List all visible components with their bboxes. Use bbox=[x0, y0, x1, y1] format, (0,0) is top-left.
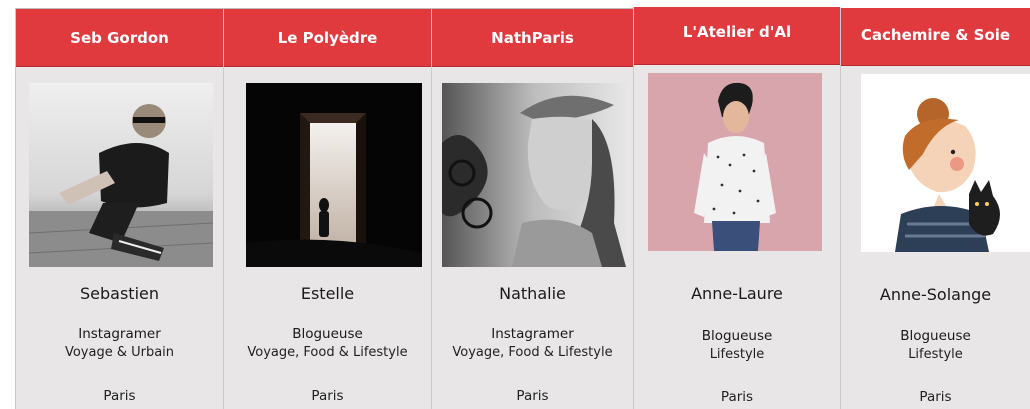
profile-name: Sebastien bbox=[80, 284, 159, 303]
profile-role: Instagramer bbox=[78, 326, 161, 342]
profile-role: Instagramer bbox=[491, 326, 574, 342]
profile-card-atelier-dal[interactable]: L'Atelier d'Al Anne-Laure Blogueuse Life… bbox=[633, 7, 840, 409]
profile-brand-header: NathParis bbox=[432, 9, 633, 67]
profile-city: Paris bbox=[311, 388, 344, 404]
profile-topics: Lifestyle bbox=[709, 347, 765, 362]
profile-name: Estelle bbox=[300, 284, 355, 303]
profile-topics: Voyage, Food & Lifestyle bbox=[247, 345, 408, 360]
profile-brand-header: L'Atelier d'Al bbox=[634, 7, 840, 65]
profile-name: Anne-Solange bbox=[879, 285, 992, 304]
profile-brand-header: Le Polyèdre bbox=[224, 9, 431, 67]
profile-card-le-polyedre[interactable]: Le Polyèdre Estelle Blogueuse Voyage, Fo… bbox=[223, 9, 431, 409]
profile-name: Nathalie bbox=[499, 284, 566, 303]
influencer-strip: Seb Gordon Sebastien Instagramer Voyage … bbox=[15, 7, 1030, 409]
profile-photo bbox=[442, 83, 626, 267]
profile-city: Paris bbox=[103, 388, 136, 404]
profile-name: Anne-Laure bbox=[691, 284, 783, 303]
profile-brand-header: Seb Gordon bbox=[16, 9, 223, 67]
profile-topics: Voyage, Food & Lifestyle bbox=[452, 345, 613, 360]
profile-role: Blogueuse bbox=[701, 328, 773, 344]
profile-photo bbox=[861, 74, 1030, 252]
profile-card-cachemire-soie[interactable]: Cachemire & Soie Anne-Solange Blogueuse … bbox=[840, 8, 1030, 409]
profile-role: Blogueuse bbox=[292, 326, 363, 342]
profile-card-seb-gordon[interactable]: Seb Gordon Sebastien Instagramer Voyage … bbox=[15, 9, 223, 409]
profile-topics: Voyage & Urbain bbox=[64, 345, 175, 360]
profile-photo bbox=[648, 73, 822, 251]
profile-brand-header: Cachemire & Soie bbox=[841, 8, 1030, 66]
profile-card-nathparis[interactable]: NathParis Nathalie Instagramer Voyage, F… bbox=[431, 9, 633, 409]
profile-photo bbox=[29, 83, 213, 267]
profile-city: Paris bbox=[516, 388, 549, 404]
profile-topics: Lifestyle bbox=[908, 347, 963, 362]
profile-photo bbox=[246, 83, 422, 267]
profile-role: Blogueuse bbox=[900, 328, 971, 344]
